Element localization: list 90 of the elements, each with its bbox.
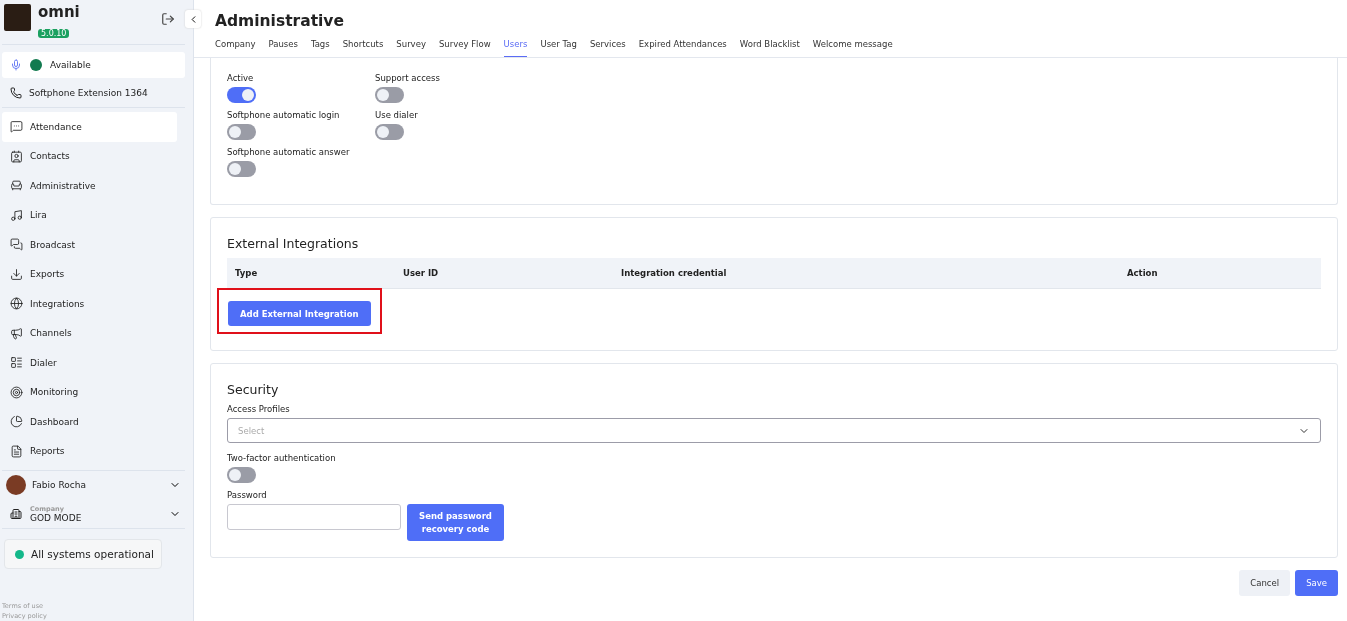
chat-bubbles-icon	[10, 238, 23, 252]
toggle-switch[interactable]	[375, 87, 404, 103]
app-name: omni	[38, 4, 80, 21]
tab[interactable]: Word Blacklist	[739, 39, 800, 57]
nav-label: Reports	[30, 446, 65, 457]
tab[interactable]: Welcome message	[812, 39, 893, 57]
nav-item[interactable]: Monitoring	[2, 377, 177, 407]
nav-item[interactable]: Attendance	[2, 112, 177, 142]
toggle-label: Two-factor authentication	[227, 453, 337, 463]
microphone-icon	[10, 59, 22, 71]
system-status-label: All systems operational	[31, 548, 154, 560]
company-name: GOD MODE	[30, 512, 82, 523]
avatar	[6, 475, 26, 495]
target-icon	[10, 385, 23, 399]
field-label: Password	[227, 490, 268, 500]
password-input[interactable]	[227, 504, 401, 530]
column-header: User ID	[403, 268, 440, 278]
collapse-button[interactable]	[185, 10, 201, 28]
tab[interactable]: Pauses	[268, 39, 298, 57]
toggle-label: Softphone automatic answer	[227, 147, 351, 157]
contact-card-icon	[10, 149, 23, 163]
nav-item[interactable]: Channels	[2, 318, 177, 348]
list-panel-icon	[10, 356, 23, 370]
cancel-button[interactable]: Cancel	[1239, 570, 1291, 596]
tab[interactable]: Company	[215, 39, 256, 57]
tab[interactable]: Survey Flow	[438, 39, 491, 57]
toggle-switch[interactable]	[227, 87, 256, 103]
nav-label: Channels	[30, 328, 72, 339]
toggle-switch[interactable]	[227, 161, 256, 177]
globe-icon	[10, 297, 23, 311]
toggle-label: Support access	[375, 73, 441, 83]
field-label: Access Profiles	[227, 404, 291, 414]
nav-label: Attendance	[30, 121, 82, 132]
nav-item[interactable]: Exports	[2, 259, 177, 289]
toggle-switch[interactable]	[227, 124, 256, 140]
nav-label: Monitoring	[30, 387, 79, 398]
column-header: Type	[235, 268, 259, 278]
nav-item[interactable]: Integrations	[2, 289, 177, 319]
nav-item[interactable]: Dashboard	[2, 407, 177, 437]
toggle-label: Active	[227, 73, 255, 83]
page-title: Administrative	[215, 12, 345, 30]
nav-item[interactable]: Administrative	[2, 171, 177, 201]
chair-icon	[10, 179, 23, 193]
section-title: External Integrations	[227, 236, 360, 251]
column-header: Integration credential	[621, 268, 728, 278]
phone-icon	[10, 86, 22, 99]
nav-label: Broadcast	[30, 239, 76, 250]
toggle-switch[interactable]	[227, 467, 256, 483]
nav-label: Exports	[30, 269, 65, 280]
nav-item[interactable]: Broadcast	[2, 230, 177, 260]
tab[interactable]: Tags	[310, 39, 330, 57]
user-name: Fabio Rocha	[32, 480, 86, 490]
nav-item[interactable]: Reports	[2, 436, 177, 466]
nav-label: Lira	[30, 210, 47, 221]
logout-icon	[161, 12, 175, 26]
send-code-button[interactable]: Send password recovery code	[407, 504, 504, 541]
placeholder: Select	[238, 425, 265, 436]
toggle-label: Use dialer	[375, 110, 419, 120]
nav-item[interactable]: Dialer	[2, 348, 177, 378]
tab[interactable]: Expired Attendances	[638, 39, 727, 57]
add-integration-button[interactable]: Add External Integration	[228, 301, 371, 326]
toggle-label: Softphone automatic login	[227, 110, 341, 120]
tab[interactable]: Services	[589, 39, 626, 57]
tab[interactable]: Users	[503, 39, 528, 57]
nav-label: Contacts	[30, 151, 70, 162]
section-title: Security	[227, 382, 280, 397]
version-badge: 5.0.10	[38, 29, 70, 38]
tab[interactable]: Survey	[396, 39, 426, 57]
save-button[interactable]: Save	[1295, 570, 1338, 596]
toggle-switch[interactable]	[375, 124, 404, 140]
download-icon	[10, 267, 23, 281]
building-icon	[10, 507, 22, 520]
nav-label: Integrations	[30, 298, 85, 309]
document-icon	[10, 444, 23, 458]
tab[interactable]: Shortcuts	[342, 39, 384, 57]
nav-item[interactable]: Contacts	[2, 141, 177, 171]
megaphone-icon	[10, 326, 23, 340]
tab[interactable]: User Tag	[540, 39, 577, 57]
chat-bubble-icon	[10, 120, 23, 134]
status-label[interactable]: Available	[50, 60, 91, 70]
music-note-icon	[10, 208, 23, 222]
nav-label: Dialer	[30, 357, 57, 368]
nav-item[interactable]: Lira	[2, 200, 177, 230]
nav-label: Dashboard	[30, 416, 79, 427]
logo-image	[4, 4, 31, 31]
column-header: Action	[1127, 268, 1159, 278]
logout-button[interactable]	[161, 12, 175, 26]
pie-chart-icon	[10, 415, 23, 429]
nav-label: Administrative	[30, 180, 96, 191]
extension-label: Softphone Extension 1364	[29, 87, 148, 98]
